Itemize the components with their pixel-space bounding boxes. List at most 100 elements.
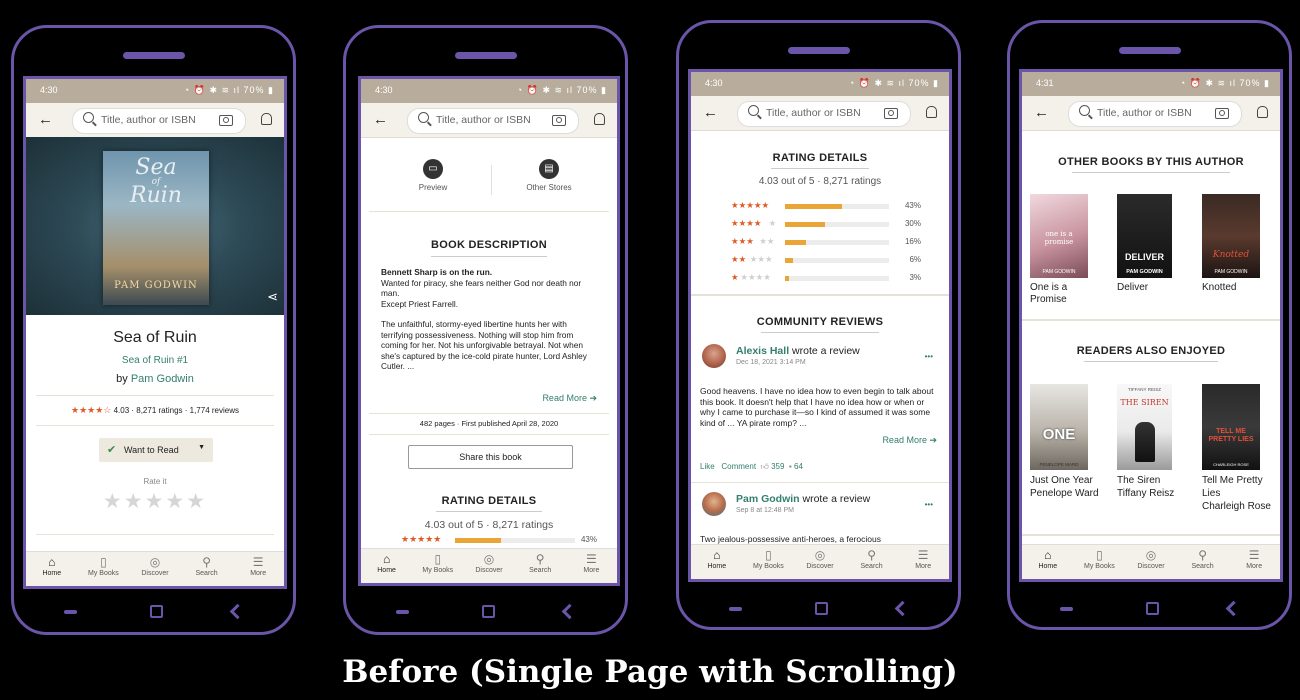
cover-author: PAM GODWIN <box>114 280 198 291</box>
tab-my-books[interactable]: ▯ My Books <box>412 552 464 574</box>
rate-stars-input[interactable]: ★★★★★ <box>26 489 284 514</box>
read-more-link[interactable]: Read More ➔ <box>882 435 937 446</box>
row-percent: 16% <box>904 237 921 246</box>
cover-title: ONE <box>1042 426 1076 443</box>
recent-apps-icon[interactable] <box>64 610 77 614</box>
author-link[interactable]: Pam Godwin <box>131 373 194 385</box>
back-button-icon[interactable] <box>1225 600 1242 617</box>
notification-bell-icon[interactable] <box>261 113 272 125</box>
preview-button[interactable]: ▭ Preview <box>391 159 475 192</box>
row-percent: 43% <box>580 535 597 544</box>
book-title-link[interactable]: Just One Year Penelope Ward <box>1030 474 1120 500</box>
phone-frame-4: 4:31 ◔ ⏰ ✱ ≋ ıl 70% ▮ ← Title, author or… <box>1007 20 1292 630</box>
home-button-icon[interactable] <box>1146 602 1159 615</box>
book-title-link[interactable]: Deliver <box>1117 282 1179 293</box>
reviewer-avatar[interactable] <box>702 492 726 516</box>
status-icons: ◔ ⏰ ✱ ≋ ıl 70% ▮ <box>848 78 939 88</box>
back-button-icon[interactable] <box>894 600 911 617</box>
tab-more[interactable]: ☰ More <box>565 552 617 574</box>
search-input[interactable]: Title, author or ISBN <box>72 108 246 134</box>
home-button-icon[interactable] <box>150 605 163 618</box>
description-bold-line: Bennett Sharp is on the run. <box>381 267 493 277</box>
recent-apps-icon[interactable] <box>729 607 742 611</box>
camera-icon[interactable] <box>552 115 566 126</box>
notification-bell-icon[interactable] <box>926 106 937 118</box>
share-icon[interactable]: ⋖ <box>267 289 278 305</box>
search-input[interactable]: Title, author or ISBN <box>407 108 579 134</box>
rating-bar-fill <box>785 204 842 209</box>
book-title-link[interactable]: One is a Promise <box>1030 282 1092 306</box>
book-description-heading: BOOK DESCRIPTION <box>430 239 548 251</box>
tab-search[interactable]: ⚲ Search <box>514 552 566 574</box>
home-button-icon[interactable] <box>815 602 828 615</box>
notification-bell-icon[interactable] <box>1257 106 1268 118</box>
search-input[interactable]: Title, author or ISBN <box>737 101 911 127</box>
row-stars: ★★★★ <box>731 218 762 228</box>
divider <box>36 425 274 426</box>
cover-title-line1: Sea <box>135 155 177 180</box>
tab-my-books[interactable]: ▯ My Books <box>742 548 794 570</box>
more-options-icon[interactable]: ••• <box>925 500 933 509</box>
tab-discover[interactable]: ◎ Discover <box>794 548 846 570</box>
comment-button[interactable]: Comment <box>721 462 756 471</box>
notification-bell-icon[interactable] <box>594 113 605 125</box>
back-arrow-icon[interactable]: ← <box>1034 104 1049 121</box>
book-cover-image[interactable]: Sea of Ruin PAM GODWIN <box>103 151 209 305</box>
tab-home[interactable]: ⌂ Home <box>1022 548 1074 570</box>
book-cover-deliver[interactable]: DELIVER PAM GODWIN <box>1117 194 1172 278</box>
back-arrow-icon[interactable]: ← <box>373 111 388 128</box>
row-stars: ★★★★★ <box>401 534 442 544</box>
more-options-icon[interactable]: ••• <box>925 352 933 361</box>
book-cover-just-one-year[interactable]: ONE PENELOPE WARD <box>1030 384 1088 470</box>
other-stores-button[interactable]: ▤ Other Stores <box>507 159 591 192</box>
tab-my-books[interactable]: ▯ My Books <box>77 555 129 577</box>
home-button-icon[interactable] <box>482 605 495 618</box>
camera-icon[interactable] <box>1215 108 1229 119</box>
tab-search[interactable]: ⚲ Search <box>181 555 233 577</box>
read-more-link[interactable]: Read More ➔ <box>542 393 597 404</box>
back-arrow-icon[interactable]: ← <box>703 104 718 121</box>
book-title-link[interactable]: The Siren Tiffany Reisz <box>1117 474 1207 500</box>
description-text: Bennett Sharp is on the run. Wanted for … <box>381 267 597 372</box>
tab-discover[interactable]: ◎ Discover <box>463 552 515 574</box>
book-title-link[interactable]: Knotted <box>1202 282 1264 293</box>
recent-apps-icon[interactable] <box>1060 607 1073 611</box>
camera-icon[interactable] <box>219 115 233 126</box>
tab-search[interactable]: ⚲ Search <box>846 548 898 570</box>
reviewer-name[interactable]: Pam Godwin <box>736 493 800 505</box>
book-cover-the-siren[interactable]: TIFFANY REISZ THE SIREN <box>1117 384 1172 470</box>
search-input[interactable]: Title, author or ISBN <box>1068 101 1242 127</box>
back-button-icon[interactable] <box>229 603 246 620</box>
tab-home[interactable]: ⌂ Home <box>26 555 78 577</box>
tab-more[interactable]: ☰ More <box>1228 548 1280 570</box>
tab-home[interactable]: ⌂ Home <box>361 552 413 574</box>
tab-discover[interactable]: ◎ Discover <box>1125 548 1177 570</box>
tab-my-books[interactable]: ▯ My Books <box>1073 548 1125 570</box>
book-cover-one-is-a-promise[interactable]: one is a promise PAM GODWIN <box>1030 194 1088 278</box>
recent-apps-icon[interactable] <box>396 610 409 614</box>
tab-home[interactable]: ⌂ Home <box>691 548 743 570</box>
reviewer-name[interactable]: Alexis Hall <box>736 345 789 357</box>
dropdown-caret-icon[interactable]: ▼ <box>198 444 205 451</box>
review-action: wrote a review <box>792 345 860 357</box>
like-button[interactable]: Like <box>700 462 715 471</box>
book-cover-knotted[interactable]: Knotted PAM GODWIN <box>1202 194 1260 278</box>
tab-more[interactable]: ☰ More <box>232 555 284 577</box>
back-button-icon[interactable] <box>561 603 578 620</box>
book-title-link[interactable]: Tell Me Pretty Lies Charleigh Rose <box>1202 474 1280 513</box>
tab-search[interactable]: ⚲ Search <box>1177 548 1229 570</box>
rating-row: ★★★★ ★ 30% <box>731 218 921 230</box>
share-this-book-button[interactable]: Share this book <box>408 445 573 469</box>
tab-discover[interactable]: ◎ Discover <box>129 555 181 577</box>
back-arrow-icon[interactable]: ← <box>38 111 53 128</box>
series-link[interactable]: Sea of Ruin #1 <box>26 355 284 366</box>
rating-bar <box>785 258 889 263</box>
want-to-read-button[interactable]: ✔ Want to Read ▼ <box>99 438 213 462</box>
camera-icon[interactable] <box>884 108 898 119</box>
tab-more[interactable]: ☰ More <box>897 548 949 570</box>
book-cover-tell-me-pretty-lies[interactable]: TELL ME PRETTY LIES CHARLEIGH ROSE <box>1202 384 1260 470</box>
reviewer-avatar[interactable] <box>702 344 726 368</box>
rating-row: ★★★★★ 43% <box>731 200 921 212</box>
description-para-1: Wanted for piracy, she fears neither God… <box>381 277 582 299</box>
review-actions: Like Comment 👍︎ 359 ▪ 64 <box>700 462 803 472</box>
